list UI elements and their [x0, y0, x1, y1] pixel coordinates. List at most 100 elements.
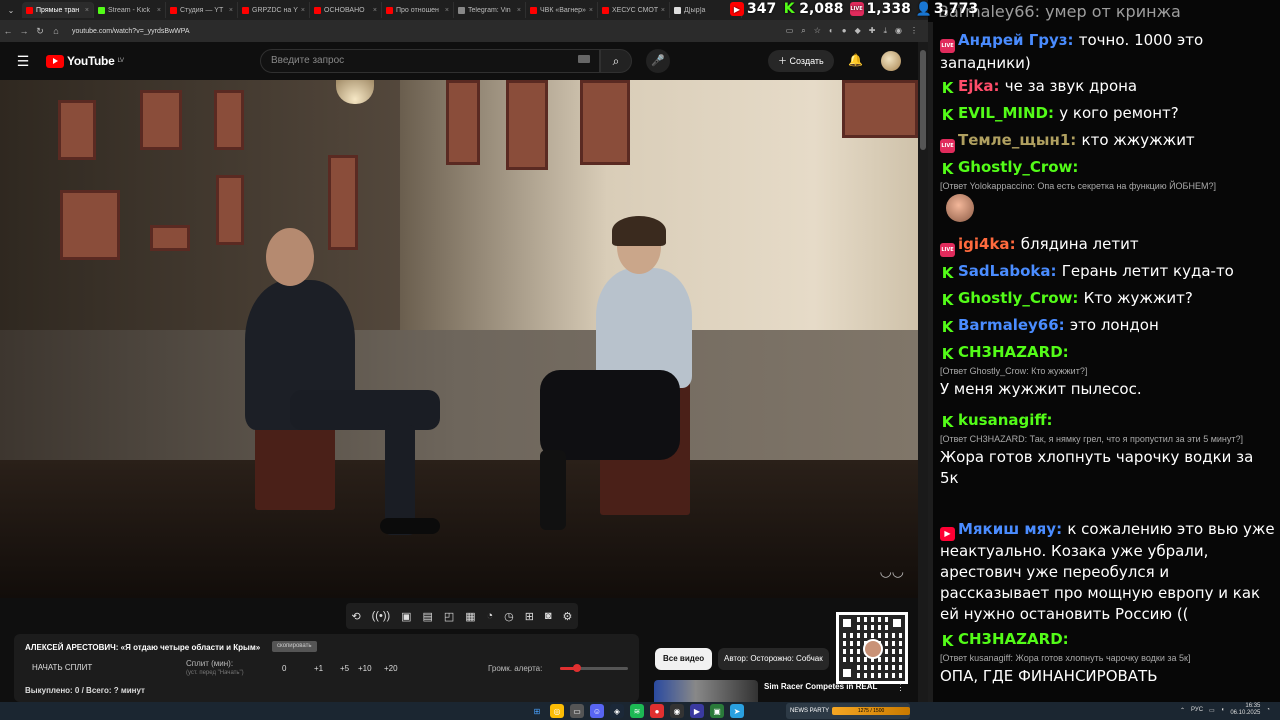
spotify-icon[interactable]: ≋	[630, 704, 644, 718]
hamburger-menu-icon[interactable]: ☰	[0, 53, 46, 70]
add-5-button[interactable]: +5	[340, 664, 349, 673]
tab-close-icon[interactable]: ×	[661, 7, 665, 14]
tab-close-icon[interactable]: ×	[301, 7, 305, 14]
network-icon[interactable]: ▭	[1209, 707, 1215, 714]
browser-tab[interactable]: ОСНОВАНО ×	[310, 2, 382, 18]
forward-icon[interactable]: →	[16, 26, 32, 36]
stream-icon[interactable]: ▣	[401, 610, 411, 623]
extensions-puzzle-icon[interactable]: ✚	[869, 26, 876, 36]
copy-button[interactable]: скопировать	[272, 641, 317, 652]
keyboard-icon[interactable]	[578, 55, 590, 63]
obs-icon[interactable]: ◉	[670, 704, 684, 718]
browser-tab[interactable]: GRPZDC на Y ×	[238, 2, 310, 18]
chat-username[interactable]: Андрей Груз	[958, 31, 1068, 49]
url-field[interactable]: youtube.com/watch?v=_yyrdsBwWPA	[72, 28, 786, 35]
browser-tab[interactable]: Stream - Kick ×	[94, 2, 166, 18]
browser-tab[interactable]: ХЕСУС СМОТ ×	[598, 2, 670, 18]
language-indicator[interactable]: РУС	[1191, 707, 1203, 713]
add-icon[interactable]: ⊞	[525, 610, 534, 623]
chat-username[interactable]: CH3HAZARD	[958, 343, 1063, 361]
tray-chevron-icon[interactable]: ⌃	[1180, 707, 1185, 714]
home-icon[interactable]: ⌂	[48, 26, 64, 36]
chat-username[interactable]: kusanagiff	[958, 411, 1047, 429]
browser-tab[interactable]: Студия — YT ×	[166, 2, 238, 18]
recommended-video-thumbnail[interactable]	[654, 680, 758, 702]
pip-icon[interactable]: ◰	[444, 610, 454, 623]
cast-icon[interactable]: ▭	[786, 26, 794, 36]
bookmark-star-icon[interactable]: ☆	[814, 26, 821, 36]
chat-username[interactable]: CH3HAZARD	[958, 630, 1063, 648]
chat-scrollbar[interactable]	[928, 0, 933, 702]
create-button[interactable]: ＋ Создать	[768, 50, 834, 72]
chrome-icon[interactable]: ◎	[550, 704, 564, 718]
chat-username[interactable]: igi4ka	[958, 235, 1010, 253]
browser-tab[interactable]: Telegram: Vin ×	[454, 2, 526, 18]
settings-gear-icon[interactable]: ⚙	[563, 610, 573, 623]
volume-icon[interactable]: ◖	[1221, 707, 1225, 713]
search-input[interactable]: Введите запрос	[260, 49, 600, 73]
app-icon[interactable]: ▣	[710, 704, 724, 718]
clock[interactable]: 16:35 06.10.2025	[1230, 703, 1260, 717]
add-20-button[interactable]: +20	[384, 664, 398, 673]
screenshot-icon[interactable]: ◙	[545, 610, 552, 622]
chat-username[interactable]: SadLaboka	[958, 262, 1050, 280]
chat-username[interactable]: EVIL_MIND	[958, 104, 1048, 122]
back-icon[interactable]: ←	[0, 26, 16, 36]
media-widget[interactable]: NEWS PARTY 1275 / 1500	[786, 703, 910, 719]
notification-bell-icon[interactable]: ◔	[1266, 707, 1270, 713]
tab-close-icon[interactable]: ×	[157, 7, 161, 14]
split-value[interactable]: 0	[282, 664, 286, 673]
loop-icon[interactable]: ⟲	[351, 610, 360, 623]
chat-username[interactable]: Barmaley66	[958, 316, 1059, 334]
chat-username[interactable]: Темле_щын1	[958, 131, 1070, 149]
browser-tab[interactable]: Прямые тран ×	[22, 2, 94, 18]
windows-start-icon[interactable]: ⊞	[530, 704, 544, 718]
browser-tab[interactable]: Про отношен ×	[382, 2, 454, 18]
tab-close-icon[interactable]: ×	[589, 7, 593, 14]
chip-author[interactable]: Автор: Осторожно: Собчак	[718, 648, 829, 670]
explorer-icon[interactable]: ▭	[570, 704, 584, 718]
download-icon[interactable]: ⤓	[883, 26, 887, 36]
app-icon[interactable]: ●	[650, 704, 664, 718]
broadcast-icon[interactable]: ((•))	[372, 610, 391, 622]
steam-icon[interactable]: ◈	[610, 704, 624, 718]
browser-tab[interactable]: ЧВК «Вагнер» ×	[526, 2, 598, 18]
page-scrollbar[interactable]	[918, 42, 928, 702]
tab-close-icon[interactable]: ×	[373, 7, 377, 14]
extension-icon[interactable]: ◐	[829, 26, 834, 36]
extension-icon[interactable]: ◆	[855, 26, 861, 36]
telegram-icon[interactable]: ➤	[730, 704, 744, 718]
microphone-icon[interactable]: 🎤	[646, 49, 670, 73]
profile-icon[interactable]: ◉	[895, 26, 902, 36]
tab-close-icon[interactable]: ×	[517, 7, 521, 14]
chat-username[interactable]: Ejka	[958, 77, 994, 95]
film-icon[interactable]: ▦	[465, 610, 475, 623]
search-button[interactable]: ⌕	[600, 49, 632, 73]
chip-all-videos[interactable]: Все видео	[655, 648, 713, 670]
tab-close-icon[interactable]: ×	[229, 7, 233, 14]
tab-close-icon[interactable]: ×	[85, 7, 89, 14]
tab-search-icon[interactable]: ⌄	[0, 6, 22, 15]
more-options-icon[interactable]: ⋮	[896, 682, 905, 693]
tab-close-icon[interactable]: ×	[445, 7, 449, 14]
youtube-logo[interactable]: YouTube LV	[46, 54, 124, 68]
chat-username[interactable]: Ghostly_Crow	[958, 289, 1072, 307]
notifications-bell-icon[interactable]: 🔔	[848, 53, 863, 67]
clapper-icon[interactable]: ▤	[422, 610, 432, 623]
chat-username[interactable]: Ghostly_Crow	[958, 158, 1072, 176]
alert-volume-slider[interactable]	[560, 664, 628, 672]
slider-knob[interactable]	[573, 664, 581, 672]
avatar[interactable]	[881, 51, 901, 71]
extension-icon[interactable]: ●	[842, 26, 847, 36]
discord-icon[interactable]: ☺	[590, 704, 604, 718]
recommended-video-title[interactable]: Sim Racer Competes in REAL	[764, 682, 877, 691]
chat-username[interactable]: Мякиш мяу	[958, 520, 1056, 538]
timer-icon[interactable]: ◷	[504, 610, 514, 623]
speed-icon[interactable]: ◔	[487, 610, 494, 622]
video-player[interactable]: ◡◡	[0, 80, 918, 598]
menu-icon[interactable]: ⋮	[910, 26, 918, 36]
app-icon[interactable]: ▶	[690, 704, 704, 718]
zoom-icon[interactable]: ⌕	[801, 26, 805, 36]
add-10-button[interactable]: +10	[358, 664, 372, 673]
reload-icon[interactable]: ↻	[32, 26, 48, 37]
